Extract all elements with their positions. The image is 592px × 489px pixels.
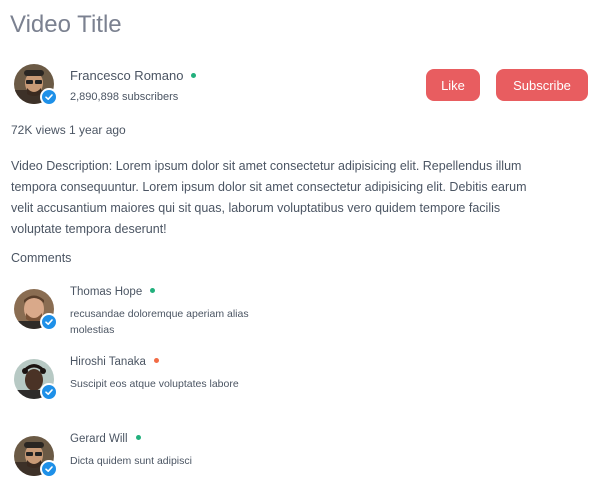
comment-author[interactable]: Thomas Hope — [70, 286, 142, 298]
subscriber-count: 2,890,898 subscribers — [70, 91, 179, 103]
verified-check-icon — [40, 88, 58, 106]
verified-check-icon — [40, 383, 58, 401]
comment-item: Thomas Hope recusandae doloremque aperia… — [14, 286, 314, 336]
comment-text: recusandae doloremque aperiam alias mole… — [70, 308, 249, 336]
commenter-avatar[interactable] — [14, 359, 58, 403]
channel-name-row: Francesco Romano — [70, 68, 197, 83]
online-status-icon — [150, 288, 156, 294]
video-description: Video Description: Lorem ipsum dolor sit… — [11, 159, 527, 236]
channel-avatar[interactable] — [14, 64, 58, 108]
comments-heading: Comments — [11, 251, 72, 265]
online-status-icon — [191, 73, 197, 79]
comment-author-row: Hiroshi Tanaka — [70, 356, 159, 368]
verified-check-icon — [40, 460, 58, 478]
commenter-avatar[interactable] — [14, 289, 58, 333]
like-button[interactable]: Like — [426, 69, 480, 101]
away-status-icon — [153, 358, 159, 364]
comment-text: Suscipit eos atque voluptates labore — [70, 378, 239, 390]
video-title: Video Title — [10, 11, 122, 38]
views-and-date: 72K views 1 year ago — [11, 123, 126, 137]
comment-author-row: Gerard Will — [70, 433, 141, 445]
online-status-icon — [135, 435, 141, 441]
comment-text: Dicta quidem sunt adipisci — [70, 455, 192, 467]
commenter-avatar[interactable] — [14, 436, 58, 480]
verified-check-icon — [40, 313, 58, 331]
comment-author[interactable]: Gerard Will — [70, 433, 128, 445]
comment-item: Hiroshi Tanaka Suscipit eos atque volupt… — [14, 356, 314, 406]
comment-author-row: Thomas Hope — [70, 286, 156, 298]
channel-name[interactable]: Francesco Romano — [70, 68, 183, 83]
video-page: Video Title Francesco Romano 2,890,898 s… — [0, 0, 592, 489]
comment-item: Gerard Will Dicta quidem sunt adipisci — [14, 433, 314, 483]
channel-header: Francesco Romano 2,890,898 subscribers L… — [14, 64, 588, 108]
comment-author[interactable]: Hiroshi Tanaka — [70, 356, 146, 368]
subscribe-button[interactable]: Subscribe — [496, 69, 588, 101]
